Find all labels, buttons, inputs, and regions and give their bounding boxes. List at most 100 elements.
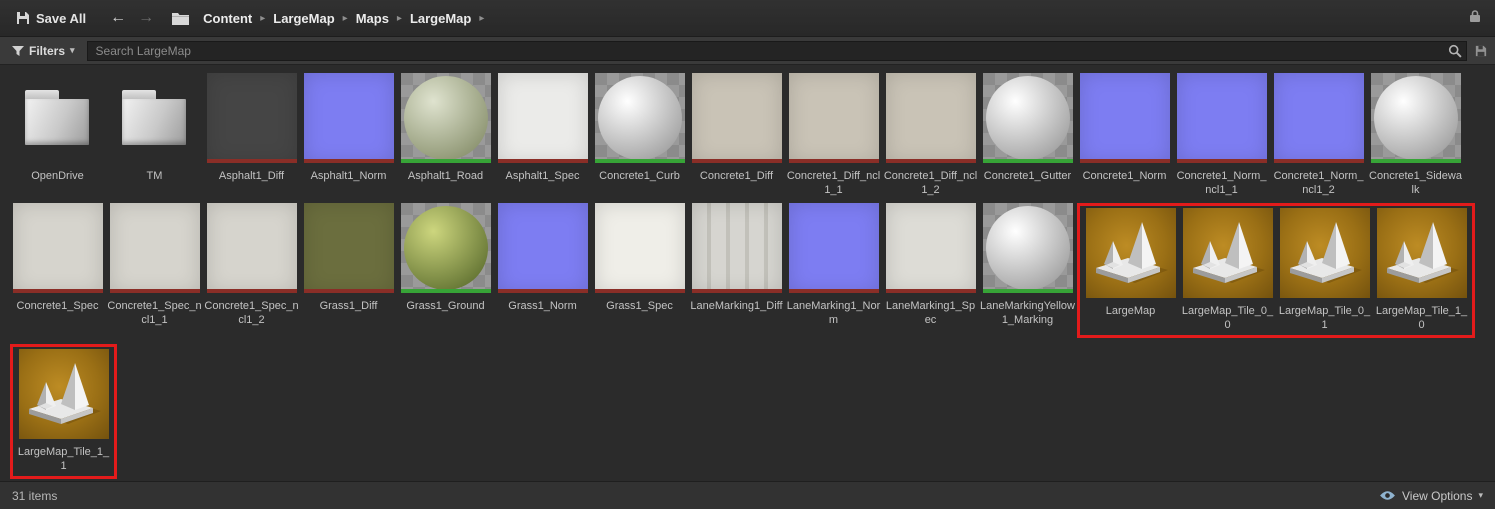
breadcrumb: Content ▸ LargeMap ▸ Maps ▸ LargeMap ▸ [201, 11, 484, 26]
asset-tile-LaneMarking1_Diff[interactable]: LaneMarking1_Diff [689, 203, 784, 327]
asset-tile-LargeMap[interactable]: LargeMap [1083, 208, 1178, 332]
material-sphere-thumbnail [594, 73, 685, 163]
status-bar: 31 items View Options ▾ [0, 481, 1495, 509]
item-count: 31 items [12, 488, 58, 503]
texture-thumbnail [788, 73, 879, 163]
top-toolbar: Save All ← → Content ▸ LargeMap ▸ Maps ▸ Large… [0, 0, 1495, 37]
breadcrumb-item-largemap[interactable]: LargeMap [408, 11, 473, 26]
asset-tile-Concrete1_Diff_ncl1_2[interactable]: Concrete1_Diff_ncl1_2 [883, 73, 978, 197]
texture-thumbnail [1079, 73, 1170, 163]
material-sphere [985, 206, 1070, 290]
asset-type-bar [12, 289, 103, 293]
highlight-box: LargeMap LargeMap_Tile_0_0 LargeMap_Tile… [1077, 203, 1475, 338]
tile-label: LargeMap_Tile_1_1 [17, 446, 110, 472]
level-pyramids-art [1289, 222, 1362, 283]
view-options-button[interactable]: View Options ▾ [1379, 489, 1483, 503]
tile-label: Asphalt1_Norm [310, 170, 387, 182]
asset-tile-Concrete1_Curb[interactable]: Concrete1_Curb [592, 73, 687, 197]
breadcrumb-item-content[interactable]: Content [201, 11, 254, 26]
breadcrumb-item-largemap[interactable]: LargeMap [271, 11, 336, 26]
lock-button[interactable] [1465, 7, 1485, 30]
texture-thumbnail [1176, 73, 1267, 163]
tile-label: LaneMarking1_Diff [690, 300, 783, 312]
folder-body [121, 99, 186, 145]
tile-label: Grass1_Diff [319, 300, 378, 312]
tile-label: Asphalt1_Spec [505, 170, 580, 182]
asset-tile-Concrete1_Norm_ncl1_1[interactable]: Concrete1_Norm_ncl1_1 [1174, 73, 1269, 197]
breadcrumb-item-maps[interactable]: Maps [354, 11, 391, 26]
tile-label: Asphalt1_Diff [218, 170, 285, 182]
tile-label: LargeMap_Tile_0_0 [1181, 305, 1274, 331]
asset-type-bar [788, 289, 879, 293]
material-sphere [403, 76, 488, 160]
asset-tile-LaneMarking1_Norm[interactable]: LaneMarking1_Norm [786, 203, 881, 327]
asset-tile-Grass1_Norm[interactable]: Grass1_Norm [495, 203, 590, 327]
asset-type-bar [303, 159, 394, 163]
tile-label: Concrete1_Gutter [983, 170, 1072, 182]
asset-tile-LaneMarking1_Spec[interactable]: LaneMarking1_Spec [883, 203, 978, 327]
asset-tile-Concrete1_Spec_ncl1_1[interactable]: Concrete1_Spec_ncl1_1 [107, 203, 202, 327]
asset-tile-LaneMarkingYellow1_Marking[interactable]: LaneMarkingYellow1_Marking [980, 203, 1075, 327]
save-all-button[interactable]: Save All [10, 7, 92, 30]
asset-tile-Grass1_Spec[interactable]: Grass1_Spec [592, 203, 687, 327]
asset-grid: OpenDrive TM Asphalt1_Diff Asphalt1_Norm Asp… [0, 65, 1495, 481]
asset-tile-LargeMap_Tile_1_1[interactable]: LargeMap_Tile_1_1 [16, 349, 111, 473]
asset-tile-Concrete1_Spec_ncl1_2[interactable]: Concrete1_Spec_ncl1_2 [204, 203, 299, 327]
asset-tile-Asphalt1_Diff[interactable]: Asphalt1_Diff [204, 73, 299, 197]
asset-tile-Concrete1_Sidewalk[interactable]: Concrete1_Sidewalk [1368, 73, 1463, 197]
asset-tile-LargeMap_Tile_1_0[interactable]: LargeMap_Tile_1_0 [1374, 208, 1469, 332]
asset-tile-Asphalt1_Spec[interactable]: Asphalt1_Spec [495, 73, 590, 197]
tile-label: Concrete1_Diff_ncl1_2 [883, 170, 978, 196]
forward-button[interactable]: → [134, 9, 158, 27]
back-button[interactable]: ← [106, 9, 130, 27]
level-pyramids-art [1192, 222, 1265, 283]
level-thumbnail [1376, 208, 1467, 298]
material-sphere [597, 76, 682, 160]
asset-tile-Grass1_Ground[interactable]: Grass1_Ground [398, 203, 493, 327]
asset-grid-row: OpenDrive TM Asphalt1_Diff Asphalt1_Norm Asp… [10, 73, 1485, 197]
asset-type-bar [885, 289, 976, 293]
material-sphere [403, 206, 488, 290]
asset-tile-Concrete1_Norm[interactable]: Concrete1_Norm [1077, 73, 1172, 197]
tile-label: Concrete1_Diff_ncl1_1 [786, 170, 881, 196]
texture-thumbnail [691, 73, 782, 163]
asset-type-bar [691, 159, 782, 163]
asset-tile-TM[interactable]: TM [107, 73, 202, 197]
asset-type-bar [109, 289, 200, 293]
asset-tile-Asphalt1_Norm[interactable]: Asphalt1_Norm [301, 73, 396, 197]
asset-type-bar [400, 159, 491, 163]
search-icon[interactable] [1448, 44, 1462, 58]
tile-label: LargeMap_Tile_0_1 [1278, 305, 1371, 331]
asset-type-bar [594, 289, 685, 293]
asset-tile-Asphalt1_Road[interactable]: Asphalt1_Road [398, 73, 493, 197]
tile-label: Concrete1_Sidewalk [1369, 170, 1462, 196]
asset-type-bar [982, 289, 1073, 293]
asset-tile-Concrete1_Spec[interactable]: Concrete1_Spec [10, 203, 105, 327]
filters-button[interactable]: Filters ▾ [8, 42, 79, 60]
lock-icon [1470, 9, 1480, 22]
asset-tile-LargeMap_Tile_0_1[interactable]: LargeMap_Tile_0_1 [1277, 208, 1372, 332]
save-search-button[interactable] [1475, 45, 1487, 57]
asset-tile-Concrete1_Gutter[interactable]: Concrete1_Gutter [980, 73, 1075, 197]
material-sphere [1373, 76, 1458, 160]
asset-tile-Grass1_Diff[interactable]: Grass1_Diff [301, 203, 396, 327]
asset-tile-LargeMap_Tile_0_0[interactable]: LargeMap_Tile_0_0 [1180, 208, 1275, 332]
level-pyramids-art [28, 363, 101, 424]
tile-label: LaneMarkingYellow1_Marking [980, 300, 1075, 326]
asset-tile-Concrete1_Norm_ncl1_2[interactable]: Concrete1_Norm_ncl1_2 [1271, 73, 1366, 197]
history-nav: ← → [106, 9, 158, 27]
tile-label: LaneMarking1_Spec [885, 300, 976, 326]
material-sphere-thumbnail [982, 73, 1073, 163]
texture-thumbnail [594, 203, 685, 293]
search-box [86, 40, 1467, 61]
texture-thumbnail [206, 73, 297, 163]
texture-thumbnail [885, 73, 976, 163]
folder-icon [13, 73, 103, 163]
texture-thumbnail [303, 203, 394, 293]
search-input[interactable] [91, 43, 1448, 58]
asset-tile-Concrete1_Diff_ncl1_1[interactable]: Concrete1_Diff_ncl1_1 [786, 73, 881, 197]
asset-grid-row: Concrete1_Spec Concrete1_Spec_ncl1_1 Concr… [10, 203, 1485, 338]
asset-type-bar [303, 289, 394, 293]
asset-tile-Concrete1_Diff[interactable]: Concrete1_Diff [689, 73, 784, 197]
asset-tile-OpenDrive[interactable]: OpenDrive [10, 73, 105, 197]
